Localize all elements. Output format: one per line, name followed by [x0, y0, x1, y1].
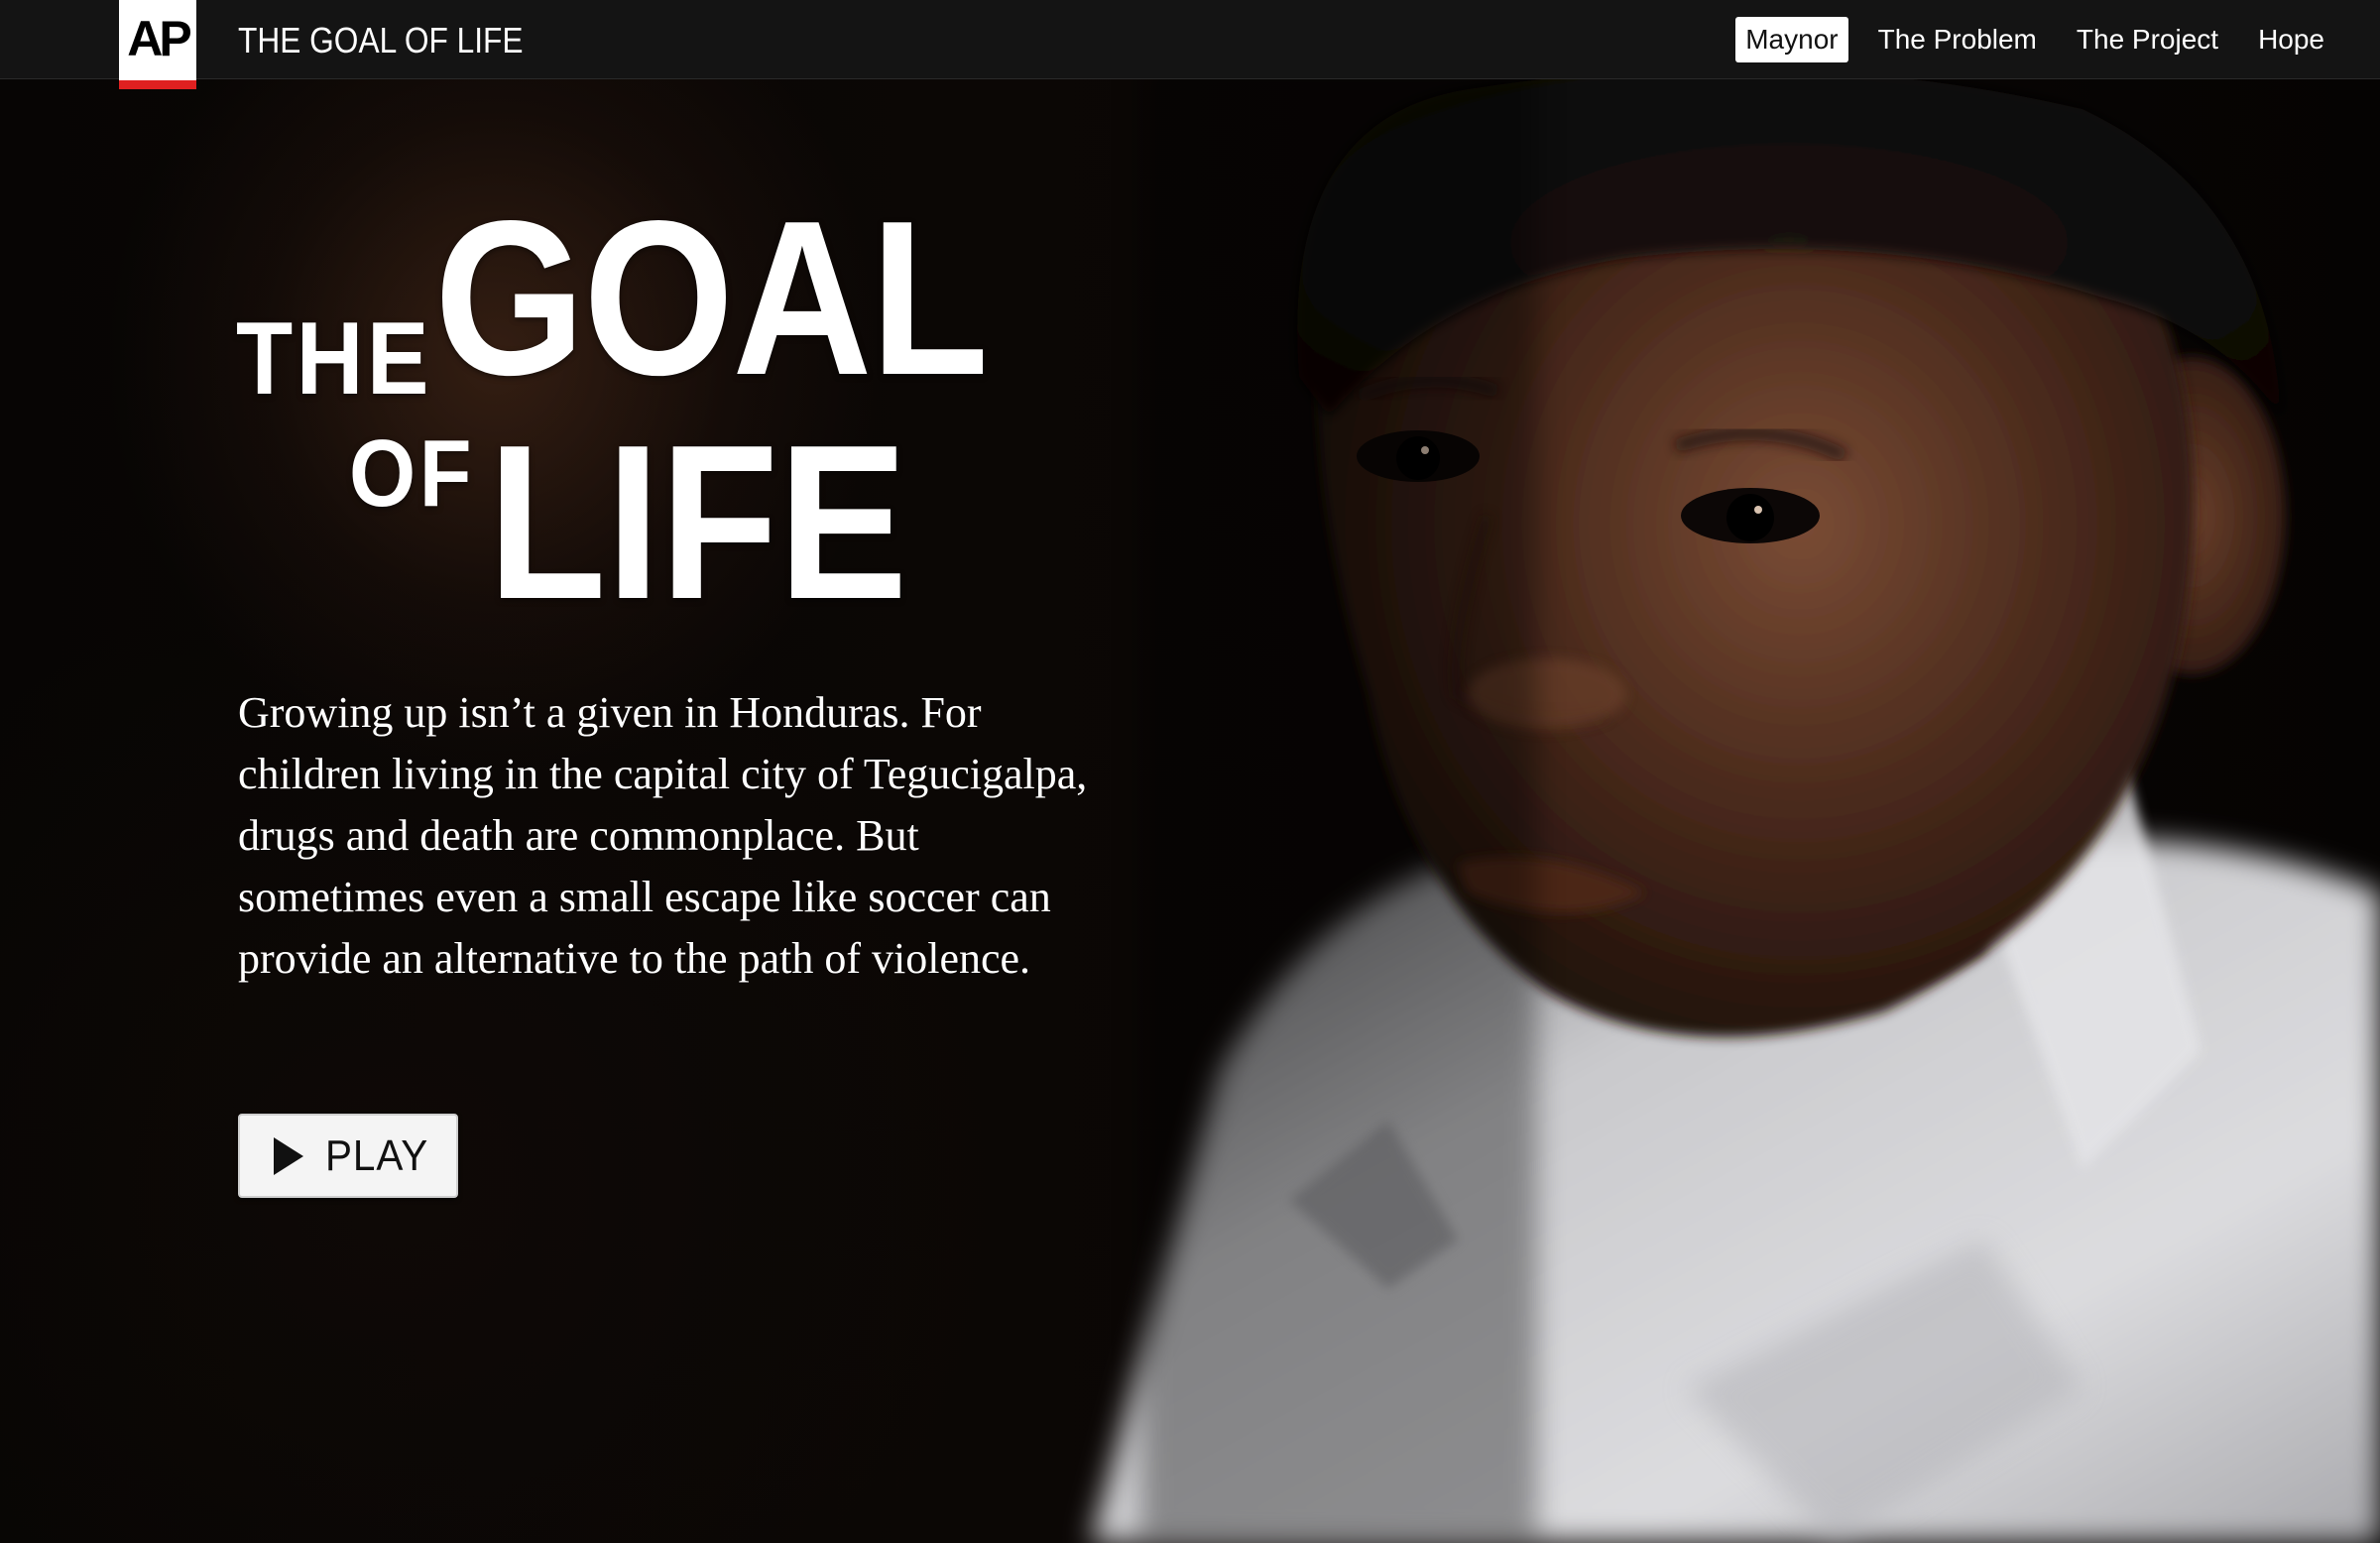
ap-logo-text: AP	[127, 11, 191, 66]
nav-item-maynor[interactable]: Maynor	[1735, 17, 1848, 62]
play-icon	[274, 1136, 303, 1175]
play-button[interactable]: PLAY	[238, 1114, 458, 1198]
headline-goal: GOAL	[434, 176, 989, 421]
ap-logo-red-bar	[119, 80, 196, 89]
play-button-label: PLAY	[325, 1130, 429, 1180]
intro-paragraph: Growing up isn’t a given in Honduras. Fo…	[238, 688, 1088, 983]
nav-item-hope[interactable]: Hope	[2248, 17, 2334, 62]
nav-item-the-problem[interactable]: The Problem	[1868, 17, 2047, 62]
ap-logo[interactable]: AP	[119, 0, 196, 89]
nav-item-the-project[interactable]: The Project	[2067, 17, 2228, 62]
headline-the: THE	[236, 301, 432, 416]
site-title[interactable]: THE GOAL OF LIFE	[238, 0, 524, 79]
section-nav: Maynor The Problem The Project Hope	[1735, 0, 2334, 79]
headline-life: LIFE	[488, 400, 908, 646]
top-navigation-bar: AP THE GOAL OF LIFE Maynor The Problem T…	[0, 0, 2380, 89]
headline-of: OF	[349, 420, 476, 527]
hero-headline: THE GOAL OF LIFE	[236, 178, 1129, 635]
